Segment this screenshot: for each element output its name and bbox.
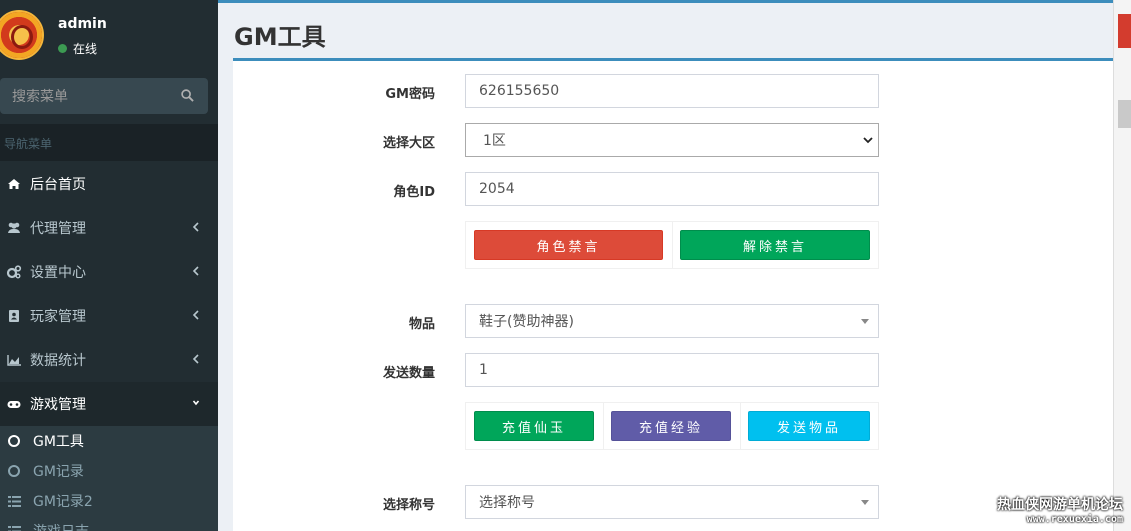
caret-down-icon bbox=[861, 500, 869, 505]
users-icon bbox=[8, 222, 20, 233]
item-select[interactable]: 鞋子(赞助神器) bbox=[465, 304, 879, 338]
page-title: GM工具 bbox=[234, 23, 326, 51]
gears-icon bbox=[6, 265, 22, 279]
avatar bbox=[0, 10, 44, 60]
sidebar-item-label: 玩家管理 bbox=[30, 309, 86, 325]
chevron-down-icon bbox=[192, 400, 200, 406]
recharge-exp-button[interactable]: 充值经验 bbox=[611, 411, 731, 441]
divider bbox=[672, 222, 673, 268]
circle-icon bbox=[8, 465, 20, 477]
user-status: 在线 bbox=[58, 40, 97, 57]
watermark-title: 热血侠网游单机论坛 bbox=[997, 497, 1123, 513]
caret-down-icon bbox=[861, 319, 869, 324]
divider bbox=[740, 403, 741, 449]
user-name: admin bbox=[58, 16, 107, 32]
sidebar-subitem-gm-log[interactable]: GM记录 bbox=[0, 456, 218, 486]
sidebar-menu: 后台首页 代理管理 设置中心 玩家管理 数据统计 游戏管理 GM工具 GM记录 … bbox=[0, 162, 218, 531]
watermark-url: www.rexuexia.com bbox=[1026, 514, 1123, 525]
chevron-left-icon bbox=[192, 222, 199, 232]
sidebar-item-label: 后台首页 bbox=[30, 177, 86, 193]
unban-role-button[interactable]: 解除禁言 bbox=[680, 230, 870, 260]
sidebar-item-home[interactable]: 后台首页 bbox=[0, 162, 218, 206]
gm-password-value: 626155650 bbox=[479, 83, 560, 99]
nav-header: 导航菜单 bbox=[0, 124, 218, 161]
sidebar-item-label: 游戏管理 bbox=[30, 397, 86, 413]
header-accent-bar bbox=[218, 0, 1113, 3]
sidebar-item-stats[interactable]: 数据统计 bbox=[0, 338, 218, 382]
search-icon[interactable] bbox=[181, 89, 194, 102]
sidebar-subitem-label: GM记录2 bbox=[33, 494, 93, 510]
item-label: 物品 bbox=[408, 317, 435, 332]
role-id-label: 角色ID bbox=[393, 185, 435, 200]
item-select-value: 鞋子(赞助神器) bbox=[479, 314, 574, 330]
send-count-field[interactable]: 1 bbox=[465, 353, 879, 387]
role-id-field[interactable]: 2054 bbox=[465, 172, 879, 206]
sidebar-subitem-gm-log2[interactable]: GM记录2 bbox=[0, 486, 218, 516]
zone-select[interactable]: 1区 bbox=[465, 123, 879, 157]
list-icon bbox=[8, 495, 21, 507]
list-icon bbox=[8, 525, 21, 531]
role-id-value: 2054 bbox=[479, 181, 515, 197]
online-status-icon bbox=[58, 44, 67, 53]
title-select-label: 选择称号 bbox=[382, 498, 435, 513]
sidebar-subitem-game-log[interactable]: 游戏日志 bbox=[0, 516, 218, 531]
gamepad-icon bbox=[7, 401, 21, 408]
sidebar-item-players[interactable]: 玩家管理 bbox=[0, 294, 218, 338]
sidebar-item-agents[interactable]: 代理管理 bbox=[0, 206, 218, 250]
game-submenu: GM工具 GM记录 GM记录2 游戏日志 bbox=[0, 426, 218, 531]
gm-password-field[interactable]: 626155650 bbox=[465, 74, 879, 108]
send-count-value: 1 bbox=[479, 362, 488, 378]
gm-tool-form: GM密码 626155650 选择大区 1区 角色ID 2054 角色禁言 解除… bbox=[233, 58, 1113, 531]
send-count-label: 发送数量 bbox=[382, 366, 435, 381]
sidebar-subitem-label: GM工具 bbox=[33, 434, 84, 450]
divider bbox=[603, 403, 604, 449]
background-window-red-tab bbox=[1118, 14, 1131, 48]
watermark: 热血侠网游单机论坛 www.rexuexia.com bbox=[997, 494, 1123, 525]
user-panel: admin 在线 bbox=[0, 0, 218, 78]
sidebar: admin 在线 搜索菜单 导航菜单 后台首页 代理管理 设置中心 玩家管理 数… bbox=[0, 0, 218, 531]
chevron-down-icon bbox=[863, 137, 873, 144]
sidebar-subitem-label: 游戏日志 bbox=[33, 521, 89, 531]
sidebar-item-label: 设置中心 bbox=[30, 265, 86, 281]
search-placeholder: 搜索菜单 bbox=[12, 89, 68, 105]
sidebar-subitem-label: GM记录 bbox=[33, 464, 84, 480]
zone-select-value: 1区 bbox=[483, 133, 506, 149]
background-window-edge bbox=[1113, 0, 1131, 531]
background-window-gray-tab bbox=[1118, 100, 1131, 128]
chevron-left-icon bbox=[192, 266, 199, 276]
sidebar-item-game[interactable]: 游戏管理 bbox=[0, 382, 218, 426]
recharge-jade-button[interactable]: 充值仙玉 bbox=[474, 411, 594, 441]
title-select-value: 选择称号 bbox=[479, 495, 535, 511]
sidebar-item-settings[interactable]: 设置中心 bbox=[0, 250, 218, 294]
address-book-icon bbox=[9, 310, 19, 322]
ban-role-button[interactable]: 角色禁言 bbox=[474, 230, 663, 260]
area-chart-icon bbox=[7, 355, 21, 366]
sidebar-subitem-gm-tool[interactable]: GM工具 bbox=[0, 426, 218, 456]
gm-password-label: GM密码 bbox=[385, 87, 435, 102]
user-status-label: 在线 bbox=[73, 42, 98, 56]
send-item-button[interactable]: 发送物品 bbox=[748, 411, 870, 441]
zone-label: 选择大区 bbox=[382, 136, 435, 151]
chevron-left-icon bbox=[192, 354, 199, 364]
home-icon bbox=[8, 179, 20, 189]
search-input[interactable]: 搜索菜单 bbox=[0, 78, 208, 114]
sidebar-item-label: 数据统计 bbox=[30, 353, 86, 369]
sidebar-item-label: 代理管理 bbox=[30, 221, 86, 237]
circle-icon bbox=[8, 435, 20, 447]
chevron-left-icon bbox=[192, 310, 199, 320]
title-select[interactable]: 选择称号 bbox=[465, 485, 879, 519]
